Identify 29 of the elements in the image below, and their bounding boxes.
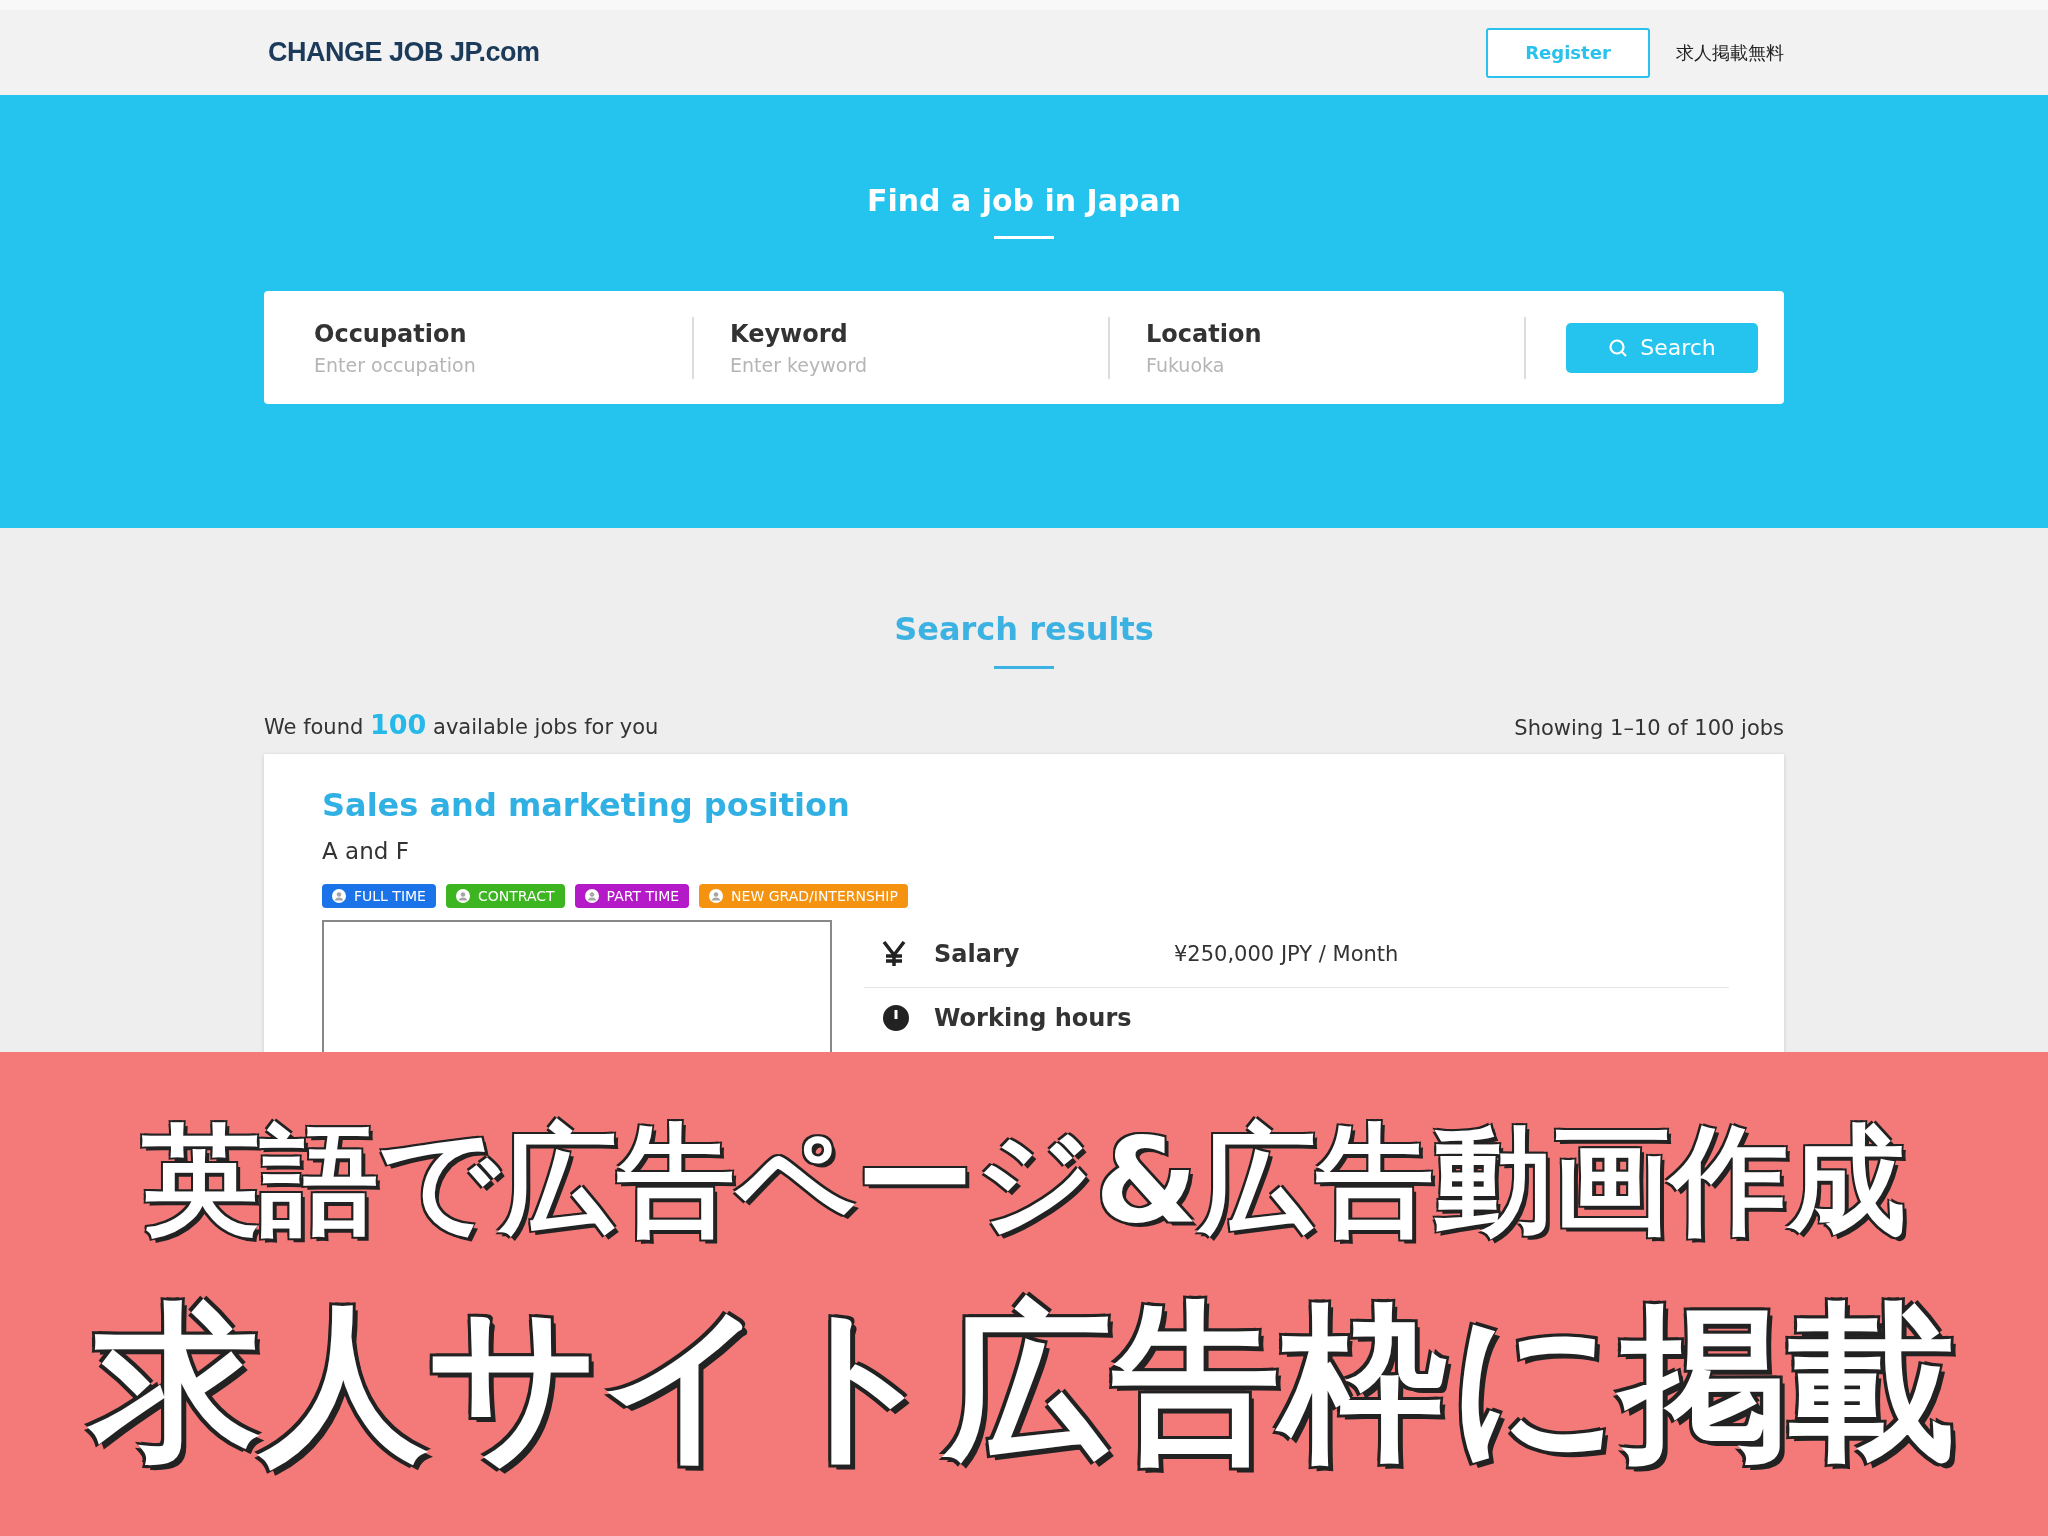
post-job-link[interactable]: 求人掲載無料	[1676, 40, 1784, 65]
results-count: We found 100 available jobs for you	[264, 709, 659, 740]
detail-label: Salary	[934, 939, 1021, 968]
search-button[interactable]: Search	[1566, 322, 1758, 373]
job-type-tag: FULL TIME	[322, 884, 436, 908]
detail-value: ¥250,000 JPY / Month	[1174, 941, 1399, 966]
yen-icon	[882, 940, 906, 967]
field-label: Keyword	[730, 319, 849, 348]
person-icon	[332, 889, 346, 903]
job-type-tag: PART TIME	[574, 884, 690, 908]
clock-icon	[882, 1004, 910, 1032]
register-button[interactable]: Register	[1486, 27, 1650, 78]
person-icon	[709, 889, 724, 903]
site-logo[interactable]: CHANGE JOB JP.com	[268, 37, 540, 68]
hero-title: Find a job in Japan	[866, 183, 1182, 218]
search-icon	[1608, 337, 1629, 358]
section-title: Search results	[894, 610, 1154, 648]
job-type-tag: CONTRACT	[445, 884, 565, 908]
company-name: A and F	[322, 838, 410, 864]
results-range: Showing 1–10 of 100 jobs	[1514, 716, 1784, 740]
job-type-tag: NEW GRAD/INTERNSHIP	[699, 884, 908, 908]
person-icon	[584, 889, 599, 903]
field-label: Location	[1146, 319, 1263, 348]
banner-headline: 英語で広告ページ&広告動画作成	[141, 1110, 1907, 1251]
detail-label: Working hours	[934, 1004, 1133, 1032]
field-label: Occupation	[314, 319, 468, 348]
person-icon	[455, 889, 470, 903]
job-title[interactable]: Sales and marketing position	[322, 786, 850, 824]
banner-title: 求人サイト広告枠に掲載	[82, 1277, 1966, 1488]
